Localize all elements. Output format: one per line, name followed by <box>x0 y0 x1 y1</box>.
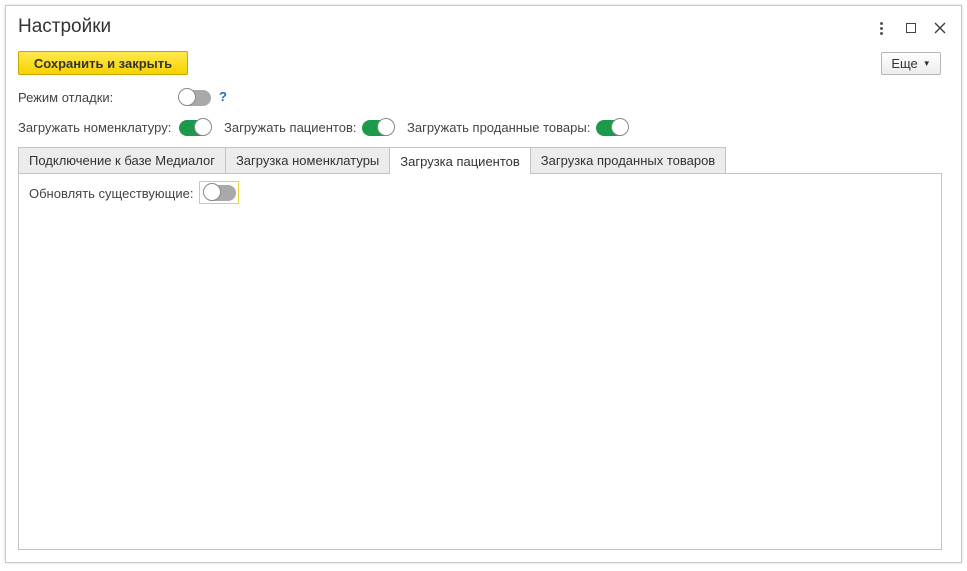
tab-panel-patients: Обновлять существующие: <box>18 173 942 550</box>
toggle-knob <box>377 118 395 136</box>
tab-sold-goods-load[interactable]: Загрузка проданных товаров <box>529 147 727 173</box>
load-sold-goods-label: Загружать проданные товары: <box>407 120 591 135</box>
update-existing-toggle[interactable] <box>203 183 236 201</box>
tab-medialog-connection[interactable]: Подключение к базе Медиалог <box>18 147 226 173</box>
window-title: Настройки <box>18 16 112 37</box>
more-button-label: Еще <box>891 56 918 71</box>
toggle-knob <box>178 88 196 106</box>
load-patients-toggle[interactable] <box>362 118 395 136</box>
load-nomenclature-toggle[interactable] <box>179 118 212 136</box>
tab-bar: Подключение к базе Медиалог Загрузка ном… <box>18 147 727 174</box>
load-nomenclature-label: Загружать номенклатуру: <box>18 120 172 135</box>
load-patients-label: Загружать пациентов: <box>224 120 357 135</box>
toggle-knob <box>194 118 212 136</box>
debug-mode-label: Режим отладки: <box>18 90 114 105</box>
settings-window: Настройки Сохранить и закрыть Еще ▼ Режим… <box>5 5 962 563</box>
update-existing-label: Обновлять существующие: <box>29 186 194 201</box>
toggle-knob <box>611 118 629 136</box>
close-icon[interactable] <box>932 20 948 36</box>
tab-nomenclature-load[interactable]: Загрузка номенклатуры <box>224 147 391 173</box>
toggle-knob <box>203 183 221 201</box>
tab-patients-load[interactable]: Загрузка пациентов <box>389 147 531 174</box>
save-and-close-button[interactable]: Сохранить и закрыть <box>18 51 188 75</box>
load-sold-goods-toggle[interactable] <box>596 118 629 136</box>
maximize-icon[interactable] <box>903 20 919 36</box>
more-button[interactable]: Еще ▼ <box>881 52 941 75</box>
debug-mode-toggle[interactable] <box>178 88 211 106</box>
help-link[interactable]: ? <box>219 89 227 104</box>
caret-down-icon: ▼ <box>922 59 931 68</box>
kebab-menu-icon[interactable] <box>873 20 889 36</box>
